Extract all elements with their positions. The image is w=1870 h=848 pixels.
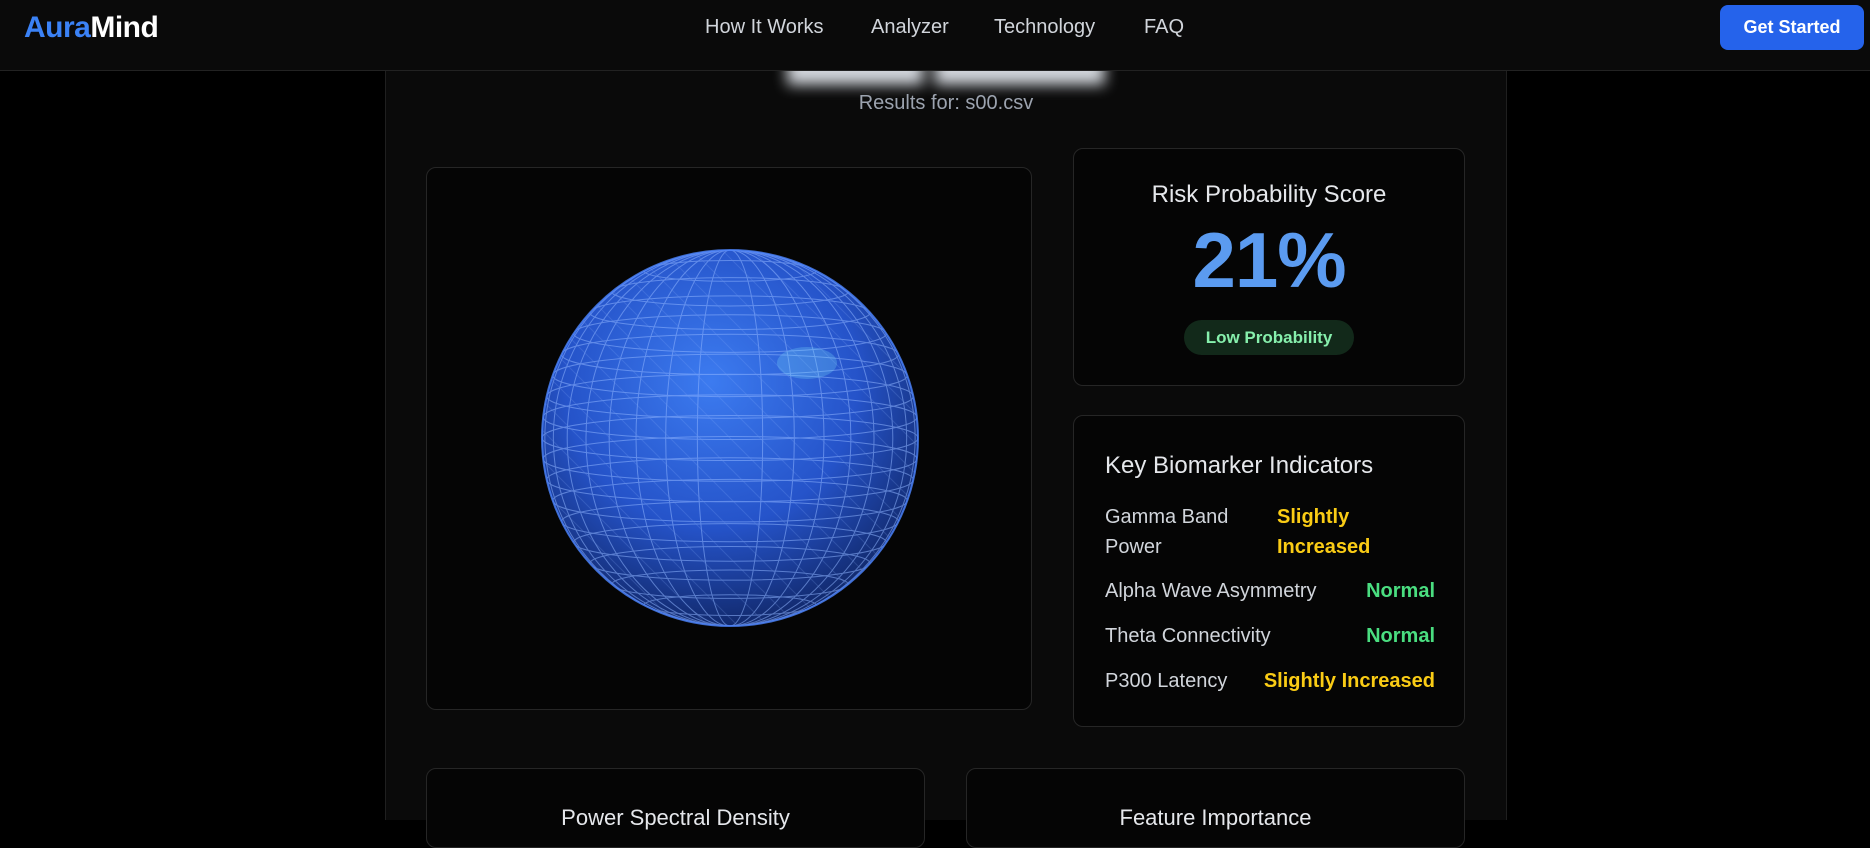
biomarker-title: Key Biomarker Indicators [1105, 452, 1374, 479]
get-started-button[interactable]: Get Started [1720, 5, 1864, 50]
facet-line [901, 250, 918, 626]
psd-chart-card: Power Spectral Density [426, 768, 925, 848]
analysis-results-panel: ▆▆▆▆ ▆▆▆▆▆ Results for: s00.csv Risk Pro… [385, 0, 1507, 848]
nav-link-analyzer[interactable]: Analyzer [871, 16, 949, 39]
biomarker-status: Normal [1366, 580, 1435, 602]
sphere-highlight [777, 347, 837, 379]
facet-line [542, 250, 559, 626]
risk-score-value: 21% [1192, 216, 1346, 304]
biomarker-name: Gamma Band Power [1105, 506, 1229, 558]
sphere-wireframe [542, 250, 918, 626]
results-subtitle: Results for: s00.csv [858, 92, 1034, 114]
biomarker-row-p300: P300 Latency Slightly Increased [1105, 666, 1435, 696]
biomarker-name: P300 Latency [1105, 670, 1228, 692]
nav-link-how-it-works[interactable]: How It Works [705, 16, 824, 39]
biomarker-status: Normal [1366, 625, 1435, 647]
risk-level-badge: Low Probability [1184, 320, 1354, 355]
logo[interactable]: AuraMind [24, 11, 159, 45]
feature-importance-card: Feature Importance [966, 768, 1465, 848]
logo-part-mind: Mind [90, 11, 159, 44]
logo-part-aura: Aura [24, 11, 91, 44]
biomarker-row-gamma: Gamma Band Power Slightly Increased [1105, 502, 1435, 562]
biomarker-name: Alpha Wave Asymmetry [1105, 580, 1317, 602]
brain-sphere-visualization[interactable] [426, 167, 1032, 710]
nav-link-faq[interactable]: FAQ [1144, 16, 1184, 39]
psd-chart-title: Power Spectral Density [561, 805, 790, 830]
biomarker-row-theta: Theta Connectivity Normal [1105, 621, 1435, 651]
risk-score-card: Risk Probability Score 21% Low Probabili… [1073, 148, 1465, 386]
biomarker-status: Slightly Increased [1277, 506, 1371, 558]
biomarker-row-alpha: Alpha Wave Asymmetry Normal [1105, 576, 1435, 606]
eeg-sphere-visualization[interactable] [427, 168, 1033, 711]
navbar: AuraMind How It Works Analyzer Technolog… [0, 0, 1870, 71]
biomarker-status: Slightly Increased [1263, 670, 1435, 692]
biomarker-name: Theta Connectivity [1105, 625, 1271, 647]
nav-link-technology[interactable]: Technology [994, 16, 1095, 39]
feature-importance-title: Feature Importance [1119, 805, 1312, 830]
risk-score-title: Risk Probability Score [1151, 181, 1387, 208]
biomarker-card: Key Biomarker Indicators Gamma Band Powe… [1073, 415, 1465, 727]
